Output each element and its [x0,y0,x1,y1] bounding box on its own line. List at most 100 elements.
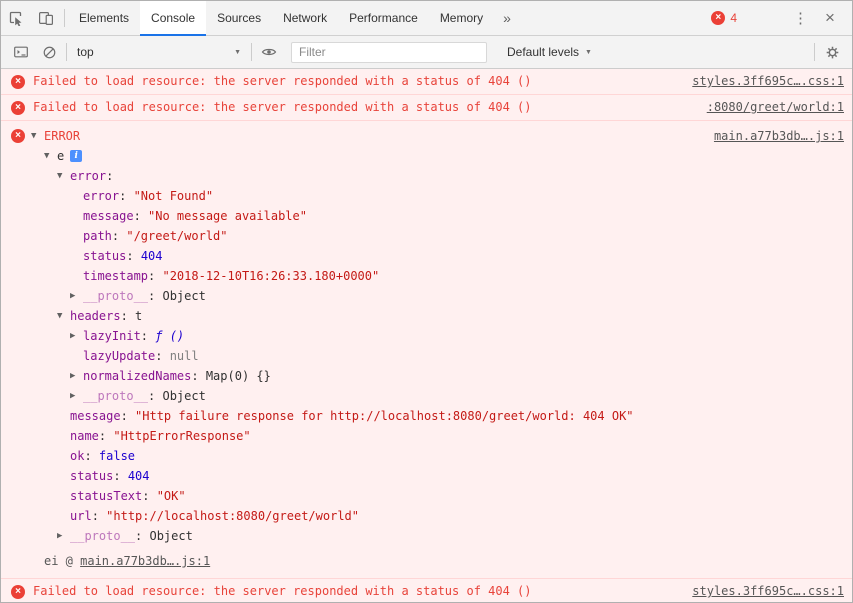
property-key: error [70,169,107,183]
console-error-message: × Failed to load resource: the server res… [1,95,852,121]
object-tree-row[interactable]: ▶ __proto__: Object [1,286,852,306]
object-tree-row[interactable]: ▼ e i [1,146,852,166]
property-plain: : [133,209,149,223]
property-plain: : [140,329,156,343]
property-plain: Object [162,389,206,403]
error-badge-icon: × [711,11,726,25]
property-plain: : [191,369,206,383]
chevron-down-icon: ▼ [234,48,241,56]
frame-context-selector[interactable]: top ▼ [70,41,248,63]
log-levels-dropdown[interactable]: Default levels ▼ [501,41,598,63]
property-key: url [70,509,92,523]
tab-elements[interactable]: Elements [68,1,140,35]
devtools-tabbar: Elements Console Sources Network Performance… [1,1,852,36]
object-tree-row[interactable]: name: "HttpErrorResponse" [1,426,852,446]
property-plain: Object [162,289,206,303]
object-tree-row[interactable]: ▶ normalizedNames: Map(0) {} [1,366,852,386]
console-error-message: × Failed to load resource: the server res… [1,69,852,95]
object-tree-row[interactable]: error: "Not Found" [1,186,852,206]
object-tree-row[interactable]: message: "No message available" [1,206,852,226]
property-str: "No message available" [148,209,307,223]
resource-link[interactable]: main.a77b3db….js:1 [80,554,210,568]
property-plain: : [106,169,114,183]
property-plain: t [135,309,143,323]
property-key: timestamp [83,269,149,283]
expand-icon[interactable]: ▶ [70,291,83,301]
filter-input[interactable] [291,41,487,63]
object-tree-row[interactable]: ▼ headers: t [1,306,852,326]
property-str: "OK" [156,489,186,503]
error-icon: × [11,585,25,599]
expand-icon[interactable]: ▶ [57,531,70,541]
object-tree-row[interactable]: status: 404 [1,466,852,486]
object-tree-row[interactable]: ▼ error: [1,166,852,186]
clear-console-icon[interactable] [35,40,63,64]
error-count[interactable]: 4 [730,11,737,25]
tab-memory[interactable]: Memory [429,1,494,35]
console-messages: × Failed to load resource: the server res… [1,69,852,602]
collapse-icon[interactable]: ▼ [57,171,70,181]
message-source: styles.3ff695c….css:1 [680,583,844,600]
property-err: ERROR [44,129,81,143]
object-tree-row[interactable]: ▶ lazyInit: ƒ () [1,326,852,346]
resource-link[interactable]: :8080/greet/world:1 [707,100,844,114]
tab-sources[interactable]: Sources [206,1,272,35]
object-tree-row[interactable]: ok: false [1,446,852,466]
object-tree-row[interactable]: message: "Http failure response for http… [1,406,852,426]
property-key: message [70,409,121,423]
property-key: message [83,209,134,223]
stack-trace-line: ei @ main.a77b3db….js:1 [1,551,852,571]
gear-icon[interactable] [818,40,846,64]
device-toolbar-icon[interactable] [31,1,61,35]
resource-link[interactable]: styles.3ff695c….css:1 [692,74,844,88]
expand-icon[interactable]: ▶ [70,371,83,381]
live-expression-eye-icon[interactable] [255,40,283,64]
property-plain: Object [149,529,193,543]
object-tree-row[interactable]: status: 404 [1,246,852,266]
property-null: null [169,349,199,363]
object-tree-row[interactable]: ▼ ERROR main.a77b3db….js:1 [1,126,852,146]
message-source: styles.3ff695c….css:1 [680,73,844,90]
collapse-icon[interactable]: ▼ [31,131,44,141]
property-str: "Http failure response for http://localh… [135,409,634,423]
property-plain: : [120,409,136,423]
object-tree-row[interactable]: timestamp: "2018-12-10T16:26:33.180+0000… [1,266,852,286]
more-tabs-button[interactable]: » [494,1,520,35]
console-sidebar-icon[interactable] [7,40,35,64]
collapse-icon[interactable]: ▼ [57,311,70,321]
object-tree-row[interactable]: statusText: "OK" [1,486,852,506]
property-plain: : [119,189,134,203]
property-str: "Not Found" [133,189,214,203]
expand-icon[interactable]: ▶ [70,391,83,401]
property-plain: : [155,349,170,363]
property-plain: : [120,309,136,323]
object-tree-row[interactable]: ▶ __proto__: Object [1,386,852,406]
property-str: "2018-12-10T16:26:33.180+0000" [162,269,380,283]
collapse-icon[interactable]: ▼ [44,151,57,161]
tabs: Elements Console Sources Network Performance… [68,1,494,36]
property-num: 404 [140,249,163,263]
inspect-element-icon[interactable] [1,1,31,35]
property-plain: : [113,469,128,483]
error-icon: × [11,75,25,89]
log-levels-label: Default levels [507,45,580,59]
property-plain: : [148,289,163,303]
object-tree-row[interactable]: lazyUpdate: null [1,346,852,366]
kebab-menu-icon[interactable]: ⋮ [793,9,811,27]
tab-console[interactable]: Console [140,1,207,36]
property-plain: e [57,149,65,163]
object-tree-row[interactable]: ▶ __proto__: Object [1,526,852,546]
tab-performance[interactable]: Performance [338,1,429,35]
resource-link[interactable]: main.a77b3db….js:1 [714,129,844,143]
expand-icon[interactable]: ▶ [70,331,83,341]
tab-network[interactable]: Network [272,1,338,35]
close-icon[interactable]: × [825,8,843,28]
object-tree-row[interactable]: path: "/greet/world" [1,226,852,246]
console-toolbar-right [811,40,846,64]
object-tree-row[interactable]: url: "http://localhost:8080/greet/world" [1,506,852,526]
console-error-message: × Failed to load resource: the server res… [1,579,852,602]
property-key: lazyInit [83,329,141,343]
property-str: "http://localhost:8080/greet/world" [106,509,360,523]
property-plain: : [142,489,157,503]
resource-link[interactable]: styles.3ff695c….css:1 [692,584,844,598]
